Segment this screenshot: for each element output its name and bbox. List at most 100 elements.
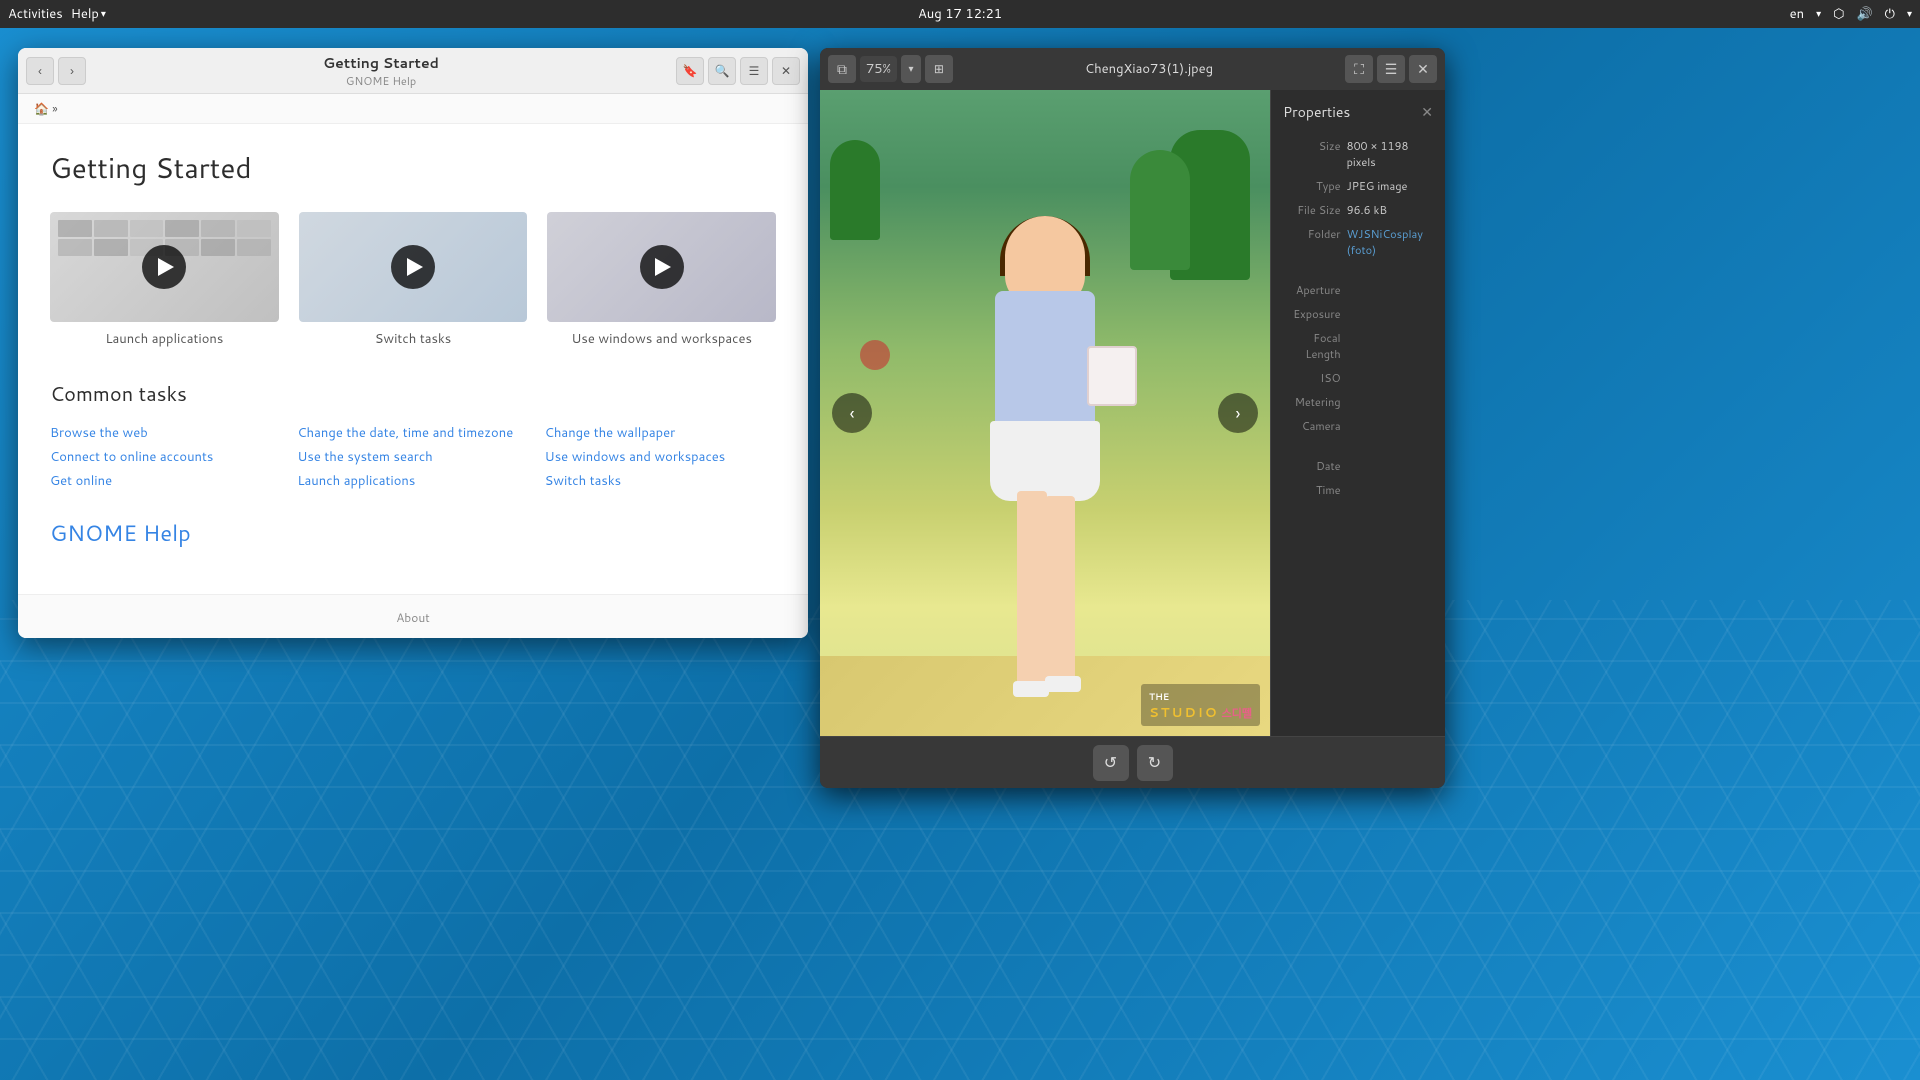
video-thumbnail-switch[interactable] [299,212,528,322]
task-system-search[interactable]: Use the system search [297,448,528,466]
person-skirt [990,421,1100,501]
task-online-accounts[interactable]: Connect to online accounts [50,448,281,466]
prop-date-label: Date [1283,458,1347,474]
prop-filesize-label: File Size [1283,202,1347,218]
task-windows-workspaces[interactable]: Use windows and workspaces [545,448,776,466]
video-thumbnail-workspaces[interactable] [547,212,776,322]
topbar-right: en ▾ ⬡ 🔊 ⏻ ▾ [1790,5,1920,23]
chevron-right-icon: › [1236,400,1241,426]
play-button-launch[interactable] [142,245,186,289]
task-browse-web[interactable]: Browse the web [50,424,281,442]
video-card-launch[interactable]: Launch applications [50,212,279,348]
chevron-down-icon[interactable]: ▾ [1816,7,1821,21]
image-next-button[interactable]: › [1218,393,1258,433]
image-rotate-right-button[interactable]: ↻ [1137,745,1173,781]
prop-exposure-row: Exposure [1283,306,1433,322]
image-fullscreen-button[interactable]: ⛶ [1345,55,1373,83]
zoom-chevron-button[interactable]: ▾ [901,55,921,83]
image-bottom-toolbar: ↺ ↻ [820,736,1445,788]
prop-metering-row: Metering [1283,394,1433,410]
image-filename: ChengXiao73(1).jpeg [961,60,1337,78]
help-search-button[interactable]: 🔍 [708,57,736,85]
help-menu-label: Help [71,5,99,23]
image-titlebar: ⧉ 75% ▾ ⊞ ChengXiao73(1).jpeg ⛶ ☰ ✕ [820,48,1445,90]
activities-button[interactable]: Activities [8,5,63,23]
help-window: ‹ › Getting Started GNOME Help 🔖 🔍 ☰ ✕ 🏠… [18,48,808,638]
image-titlebar-left: ⧉ 75% ▾ ⊞ [828,55,953,83]
help-bookmark-button[interactable]: 🔖 [676,57,704,85]
prop-filesize-row: File Size 96.6 kB [1283,202,1433,218]
topbar-left: Activities Help ▾ [0,5,106,23]
prop-folder-label: Folder [1283,226,1347,242]
prop-camera-row: Camera [1283,418,1433,434]
prop-size-value: 800 × 1198 pixels [1347,138,1433,170]
task-get-online[interactable]: Get online [50,472,281,490]
prop-date-row: Date [1283,458,1433,474]
image-copy-button[interactable]: ⧉ [828,55,856,83]
task-wallpaper[interactable]: Change the wallpaper [545,424,776,442]
play-triangle-icon-2 [407,258,423,276]
image-area: ‹ › THE STUDIO 스디뗄 [820,90,1270,736]
task-date-time[interactable]: Change the date, time and timezone [297,424,528,442]
tasks-grid: Browse the web Change the date, time and… [50,424,776,490]
prop-aperture-label: Aperture [1283,282,1347,298]
prop-size-row: Size 800 × 1198 pixels [1283,138,1433,170]
play-button-switch[interactable] [391,245,435,289]
image-main: ‹ › THE STUDIO 스디뗄 Properties [820,90,1445,736]
image-rotate-left-button[interactable]: ↺ [1093,745,1129,781]
properties-close-button[interactable]: ✕ [1421,104,1433,121]
power-icon[interactable]: ⏻ [1885,5,1895,23]
image-close-button[interactable]: ✕ [1409,55,1437,83]
help-content: Getting Started [18,124,808,594]
video-thumbnail-launch[interactable] [50,212,279,322]
person-leg-right [1045,496,1075,691]
help-titlebar-center: Getting Started GNOME Help [86,53,676,89]
help-back-button[interactable]: ‹ [26,57,54,85]
help-window-title: Getting Started [86,53,676,73]
about-link[interactable]: About [396,609,430,626]
help-window-subtitle: GNOME Help [86,73,676,89]
properties-panel: Properties ✕ Size 800 × 1198 pixels Type… [1270,90,1445,736]
bg-sign [860,340,890,370]
prop-focal-label: Focal Length [1283,330,1347,362]
play-triangle-icon [158,258,174,276]
task-switch-tasks[interactable]: Switch tasks [545,472,776,490]
video-card-switch[interactable]: Switch tasks [299,212,528,348]
video-cards: Launch applications Switch tasks [50,212,776,348]
prop-folder-value[interactable]: WJSNiCosplay (foto) [1347,226,1433,258]
photo-watermark: THE STUDIO 스디뗄 [1141,684,1260,726]
help-menu[interactable]: Help ▾ [71,5,106,23]
task-launch-apps[interactable]: Launch applications [297,472,528,490]
help-titlebar: ‹ › Getting Started GNOME Help 🔖 🔍 ☰ ✕ [18,48,808,94]
image-fit-button[interactable]: ⊞ [925,55,953,83]
properties-header: Properties ✕ [1283,102,1433,122]
image-menu-button[interactable]: ☰ [1377,55,1405,83]
image-titlebar-right: ⛶ ☰ ✕ [1345,55,1437,83]
topbar: Activities Help ▾ Aug 17 12:21 en ▾ ⬡ 🔊 … [0,0,1920,28]
photo-display [820,90,1270,736]
power-arrow[interactable]: ▾ [1907,7,1912,21]
help-breadcrumb: 🏠 » [18,94,808,124]
help-menu-button[interactable]: ☰ [740,57,768,85]
prop-filesize-value: 96.6 kB [1347,202,1433,218]
video-label-switch: Switch tasks [299,330,528,348]
help-forward-button[interactable]: › [58,57,86,85]
help-close-button[interactable]: ✕ [772,57,800,85]
sound-icon[interactable]: 🔊 [1856,5,1872,23]
person-leg-left [1017,491,1047,691]
topbar-datetime[interactable]: Aug 17 12:21 [918,5,1002,23]
prop-type-value: JPEG image [1347,178,1433,194]
gnome-help-link[interactable]: GNOME Help [50,518,191,549]
prop-size-label: Size [1283,138,1347,154]
play-triangle-icon-3 [655,258,671,276]
play-button-workspaces[interactable] [640,245,684,289]
image-prev-button[interactable]: ‹ [832,393,872,433]
language-indicator[interactable]: en [1790,5,1804,23]
help-menu-arrow: ▾ [101,7,106,21]
photo-person [935,216,1155,736]
help-nav: ‹ › [26,57,86,85]
common-tasks-title: Common tasks [50,380,776,408]
network-icon[interactable]: ⬡ [1833,5,1844,23]
video-card-workspaces[interactable]: Use windows and workspaces [547,212,776,348]
desktop: ‹ › Getting Started GNOME Help 🔖 🔍 ☰ ✕ 🏠… [0,0,1920,1080]
